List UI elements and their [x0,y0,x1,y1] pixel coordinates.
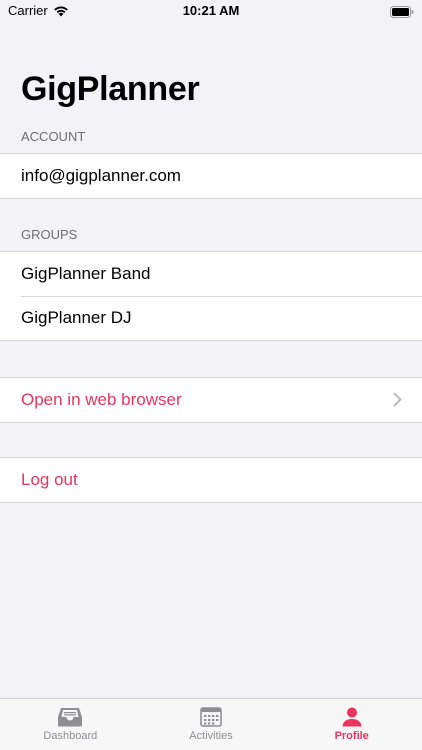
groups-group: GigPlanner Band GigPlanner DJ [0,251,422,341]
groups-section-header: GROUPS [21,227,78,242]
log-out-button[interactable]: Log out [0,458,422,502]
browser-group: Open in web browser [0,377,422,423]
group-item-label: GigPlanner Band [21,264,151,283]
tab-profile-label: Profile [334,730,369,742]
group-item[interactable]: GigPlanner Band [0,252,422,296]
battery-icon [390,5,414,23]
account-section-header: ACCOUNT [21,129,86,144]
tab-profile[interactable]: Profile [281,699,422,750]
tab-dashboard[interactable]: Dashboard [0,699,141,750]
tab-activities-label: Activities [189,730,233,742]
calendar-icon [200,707,222,727]
log-out-label: Log out [21,470,78,489]
open-web-browser-button[interactable]: Open in web browser [0,378,422,422]
tab-bar: Dashboard Activities Profile [0,698,422,750]
group-item-label: GigPlanner DJ [21,308,132,327]
inbox-tray-icon [58,708,83,727]
logout-group: Log out [0,457,422,503]
tab-dashboard-label: Dashboard [43,730,98,742]
account-email-cell[interactable]: info@gigplanner.com [0,154,422,198]
tab-activities[interactable]: Activities [141,699,282,750]
page-title: GigPlanner [21,70,200,108]
chevron-right-icon [393,392,402,407]
account-group: info@gigplanner.com [0,153,422,199]
status-time: 10:21 AM [182,3,240,18]
group-item[interactable]: GigPlanner DJ [0,296,422,340]
person-icon [342,707,362,727]
open-web-browser-label: Open in web browser [21,390,182,409]
account-email: info@gigplanner.com [21,166,181,185]
status-bar: Carrier 10:21 AM [0,0,422,22]
